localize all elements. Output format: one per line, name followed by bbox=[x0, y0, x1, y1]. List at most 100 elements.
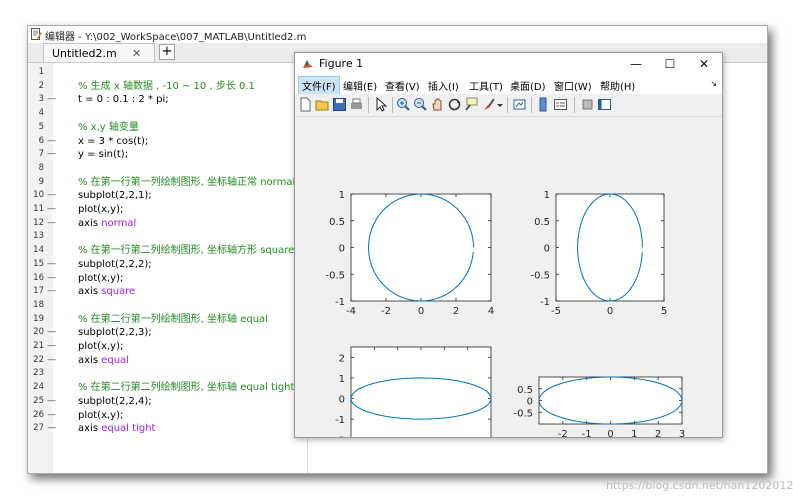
line-number: 9 bbox=[38, 176, 44, 187]
code-keyword: equal tight bbox=[101, 423, 156, 435]
menu-help[interactable]: 帮助(H) bbox=[600, 78, 635, 93]
code-token: subplot(2,2,3); bbox=[78, 327, 152, 339]
x-tick-label: -4 bbox=[346, 306, 356, 317]
code-line: 20— subplot(2,2,3); bbox=[28, 326, 307, 339]
code-area[interactable]: 1 2% 生成 x 轴数据 , -10 ~ 10 , 步长 0.1 3— t = 0 … bbox=[33, 63, 308, 473]
rotate-3d-icon[interactable] bbox=[447, 97, 462, 112]
menu-overflow-icon[interactable]: ↘ bbox=[710, 79, 717, 88]
open-file-icon[interactable] bbox=[315, 97, 330, 112]
y-tick-label: -0.5 bbox=[513, 408, 533, 419]
menu-view[interactable]: 查看(V) bbox=[385, 78, 420, 93]
code-token: axis bbox=[78, 423, 102, 435]
code-text: plot(x,y); bbox=[78, 272, 123, 285]
menu-edit[interactable]: 编辑(E) bbox=[343, 78, 377, 93]
breakpoint-dash[interactable]: — bbox=[47, 189, 56, 202]
menu-desktop[interactable]: 桌面(D) bbox=[510, 78, 546, 93]
code-line: 22— axis equal bbox=[28, 354, 307, 367]
y-tick-label: 0 bbox=[527, 397, 533, 408]
tab-untitled2[interactable]: Untitled2.m ✕ bbox=[43, 43, 155, 62]
breakpoint-dash[interactable]: — bbox=[47, 340, 56, 353]
save-icon[interactable] bbox=[332, 97, 347, 112]
brush-dropdown-icon[interactable] bbox=[496, 97, 504, 112]
line-number: 13 bbox=[33, 231, 44, 242]
line-number: 10 bbox=[33, 190, 44, 201]
breakpoint-dash[interactable]: — bbox=[47, 285, 56, 298]
breakpoint-dash[interactable]: — bbox=[47, 258, 56, 271]
toolbar-separator bbox=[507, 97, 508, 113]
y-tick-label: -1 bbox=[335, 415, 345, 426]
code-line: 26— plot(x,y); bbox=[28, 409, 307, 422]
data-cursor-icon[interactable] bbox=[464, 97, 479, 112]
maximize-button[interactable]: ☐ bbox=[660, 55, 680, 73]
breakpoint-dash[interactable]: — bbox=[47, 135, 56, 148]
new-figure-icon[interactable] bbox=[298, 97, 313, 112]
link-plot-icon[interactable] bbox=[512, 97, 527, 112]
code-token: plot(x,y); bbox=[78, 341, 124, 352]
y-tick-label: 0.5 bbox=[534, 217, 550, 228]
x-tick-label: 5 bbox=[661, 306, 667, 317]
brush-icon[interactable] bbox=[481, 97, 496, 112]
y-tick-label: -2 bbox=[335, 436, 345, 437]
line-number: 25 bbox=[33, 395, 44, 406]
line-number: 15 bbox=[33, 258, 44, 269]
pointer-icon[interactable] bbox=[373, 97, 388, 112]
breakpoint-dash[interactable]: — bbox=[47, 217, 56, 230]
code-line: 14 % 在第一行第二列绘制图形, 坐标轴方形 square bbox=[28, 244, 307, 257]
line-number: 18 bbox=[33, 299, 44, 310]
show-plot-tools-icon[interactable] bbox=[597, 97, 612, 112]
y-tick-label: 1 bbox=[544, 190, 550, 201]
code-line: 7— y = sin(t); bbox=[28, 148, 307, 161]
code-text: % 在第二行第二列绘制图形, 坐标轴 equal tight bbox=[78, 381, 294, 394]
line-number: 14 bbox=[33, 245, 44, 256]
breakpoint-dash[interactable]: — bbox=[47, 422, 56, 435]
insert-colorbar-icon[interactable] bbox=[536, 97, 551, 112]
x-tick-label: -2 bbox=[381, 306, 391, 317]
minimize-button[interactable]: — bbox=[626, 55, 646, 73]
add-tab-button[interactable]: + bbox=[159, 44, 175, 60]
figure-canvas[interactable]: -4-2024-1-0.500.51-505-1-0.500.51-2-1012… bbox=[295, 117, 722, 437]
code-line: 12— axis normal bbox=[28, 217, 307, 230]
code-token: axis bbox=[78, 286, 102, 298]
code-text: subplot(2,2,1); bbox=[78, 189, 152, 202]
y-tick-label: 0 bbox=[339, 244, 345, 255]
code-comment: % 在第一行第二列绘制图形, 坐标轴方形 square bbox=[78, 245, 295, 257]
code-comment: % 在第一行第一列绘制图形, 坐标轴正常 normal bbox=[78, 176, 296, 188]
menu-insert[interactable]: 插入(I) bbox=[428, 78, 459, 93]
code-text: y = sin(t); bbox=[78, 148, 128, 161]
menu-tools[interactable]: 工具(T) bbox=[469, 78, 503, 93]
insert-legend-icon[interactable] bbox=[553, 97, 568, 112]
breakpoint-dash[interactable]: — bbox=[47, 326, 56, 339]
menu-window[interactable]: 窗口(W) bbox=[554, 78, 592, 93]
line-number: 26 bbox=[33, 409, 44, 420]
line-number: 19 bbox=[33, 313, 44, 324]
code-token: subplot(2,2,2); bbox=[78, 258, 152, 270]
breakpoint-dash[interactable]: — bbox=[47, 203, 56, 216]
breakpoint-dash[interactable]: — bbox=[47, 409, 56, 422]
code-text: t = 0 : 0.1 : 2 * pi; bbox=[78, 93, 169, 106]
breakpoint-dash[interactable]: — bbox=[47, 395, 56, 408]
breakpoint-dash[interactable]: — bbox=[47, 148, 56, 161]
code-line: 21— plot(x,y); bbox=[28, 340, 307, 353]
line-number: 12 bbox=[33, 217, 44, 228]
code-text: x = 3 * cos(t); bbox=[78, 135, 148, 148]
print-icon[interactable] bbox=[349, 97, 364, 112]
code-line: 17— axis square bbox=[28, 285, 307, 298]
code-text: % x,y 轴变量 bbox=[78, 121, 139, 134]
editor-icon bbox=[31, 28, 42, 40]
menu-file[interactable]: 文件(F) bbox=[298, 76, 340, 95]
code-text: axis normal bbox=[78, 217, 136, 230]
breakpoint-dash[interactable]: — bbox=[47, 272, 56, 285]
line-number: 6 bbox=[38, 135, 44, 146]
code-text: plot(x,y); bbox=[78, 340, 123, 353]
x-tick-label: 4 bbox=[488, 306, 494, 317]
hide-plot-tools-icon[interactable] bbox=[580, 97, 595, 112]
zoom-in-icon[interactable] bbox=[396, 97, 411, 112]
breakpoint-dash[interactable]: — bbox=[47, 93, 56, 106]
tab-close-icon[interactable]: ✕ bbox=[132, 47, 141, 60]
close-button[interactable]: ✕ bbox=[694, 55, 714, 73]
pan-icon[interactable] bbox=[430, 97, 445, 112]
x-tick-label: -2 bbox=[558, 429, 568, 437]
code-comment: % 在第二行第二列绘制图形, 坐标轴 equal tight bbox=[78, 382, 295, 394]
zoom-out-icon[interactable] bbox=[413, 97, 428, 112]
breakpoint-dash[interactable]: — bbox=[47, 354, 56, 367]
